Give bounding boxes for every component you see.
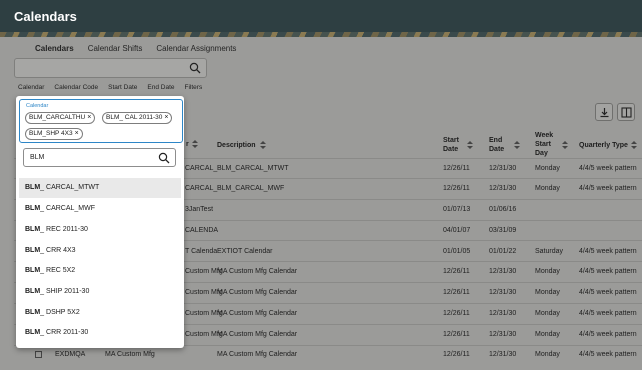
row-start-date: 12/26/11 xyxy=(443,351,470,358)
selected-chip: BLM_CARCALTHU × xyxy=(25,112,96,124)
column-header-quarterly-type[interactable]: Quarterly Type xyxy=(579,141,628,150)
calendar-field-label: Calendar xyxy=(26,103,49,109)
column-header-start-date[interactable]: Start Date xyxy=(443,136,459,154)
dropdown-option[interactable]: BLM_ SHIP 2011-30 xyxy=(19,282,181,302)
row-end-date: 12/31/30 xyxy=(489,268,517,275)
row-quarterly: 4/4/5 week pattern xyxy=(579,310,637,317)
calendar-filter-dropdown: Calendar BLM_CARCALTHU × BLM_ CAL 2011-30… xyxy=(16,96,184,348)
panel-icon xyxy=(621,107,632,118)
row-code: MA Custom Mfg xyxy=(105,351,155,358)
panel-toggle-button[interactable] xyxy=(617,103,635,121)
row-week-start: Monday xyxy=(535,331,560,338)
selected-chip: BLM_ CAL 2011-30 × xyxy=(102,112,173,124)
column-header-code-partial[interactable]: r xyxy=(186,140,189,149)
row-end-date: 03/31/09 xyxy=(489,227,517,234)
filter-end-date[interactable]: End Date xyxy=(147,84,174,91)
column-header-week-start-day[interactable]: Week Start Day xyxy=(535,131,553,158)
calendar-multiselect-field[interactable]: Calendar BLM_CARCALTHU × BLM_ CAL 2011-30… xyxy=(19,99,183,143)
dropdown-search-input[interactable]: BLM xyxy=(23,148,176,167)
dropdown-option[interactable]: BLM_ CARCAL_MTWT xyxy=(19,178,181,198)
row-quarterly: 4/4/5 week pattern xyxy=(579,289,637,296)
close-icon[interactable]: × xyxy=(87,114,91,121)
row-start-date: 01/07/13 xyxy=(443,206,471,213)
sort-icon[interactable] xyxy=(562,141,568,149)
column-header-end-date[interactable]: End Date xyxy=(489,136,504,154)
row-start-date: 12/26/11 xyxy=(443,165,470,172)
header-bar: Calendars xyxy=(0,0,642,37)
download-button[interactable] xyxy=(595,103,613,121)
filter-start-date[interactable]: Start Date xyxy=(108,84,137,91)
dropdown-option[interactable]: BLM_ CARCAL_MWF xyxy=(19,199,181,219)
search-icon[interactable] xyxy=(189,62,201,74)
row-code: CARCAL_ xyxy=(185,185,218,192)
selected-chip: BLM_SHP 4X3 × xyxy=(25,128,83,140)
row-description: MA Custom Mfg Calendar xyxy=(217,351,298,358)
row-description: BLM_CARCAL_MTWT xyxy=(217,165,289,172)
row-code: T Calenda xyxy=(185,248,218,255)
row-week-start: Saturday xyxy=(535,248,564,255)
close-icon[interactable]: × xyxy=(75,130,79,137)
row-start-date: 01/01/05 xyxy=(443,248,471,255)
row-end-date: 01/06/16 xyxy=(489,206,517,213)
dropdown-option[interactable]: BLM_ CRR 4X3 xyxy=(19,241,181,261)
row-description: MA Custom Mfg Calendar xyxy=(217,310,298,317)
sort-icon[interactable] xyxy=(631,141,637,149)
row-quarterly: 4/4/5 week pattern xyxy=(579,185,637,192)
row-end-date: 12/31/30 xyxy=(489,289,517,296)
filter-bar: Calendar Calendar Code Start Date End Da… xyxy=(18,84,212,91)
row-quarterly: 4/4/5 week pattern xyxy=(579,165,637,172)
row-end-date: 12/31/30 xyxy=(489,331,517,338)
row-end-date: 12/31/30 xyxy=(489,185,517,192)
row-description: BLM_CARCAL_MWF xyxy=(217,185,285,192)
sort-icon[interactable] xyxy=(514,141,520,149)
filter-calendar-code[interactable]: Calendar Code xyxy=(54,84,98,91)
app-root: Calendars Calendars Calendar Shifts Cale… xyxy=(0,0,642,370)
column-header-description[interactable]: Description xyxy=(217,141,256,150)
sort-icon[interactable] xyxy=(260,141,266,149)
row-end-date: 12/31/30 xyxy=(489,351,517,358)
row-description: MA Custom Mfg Calendar xyxy=(217,331,298,338)
row-start-date: 12/26/11 xyxy=(443,268,470,275)
row-start-date: 12/26/11 xyxy=(443,289,470,296)
dropdown-option[interactable]: BLM_ CRR 2011-30 xyxy=(19,323,181,343)
dropdown-option[interactable]: BLM_ REC 2011-30 xyxy=(19,220,181,240)
page-title: Calendars xyxy=(14,9,77,24)
row-week-start: Monday xyxy=(535,165,560,172)
row-code: CARCAL_ xyxy=(185,165,218,172)
row-start-date: 12/26/11 xyxy=(443,185,470,192)
row-description: EXTIOT Calendar xyxy=(217,248,273,255)
close-icon[interactable]: × xyxy=(164,114,168,121)
filter-more[interactable]: Filters xyxy=(185,84,203,91)
row-code: 3JanTest xyxy=(185,206,214,213)
row-end-date: 12/31/30 xyxy=(489,310,517,317)
row-code: CALENDA xyxy=(185,227,219,234)
row-quarterly: 4/4/5 week pattern xyxy=(579,268,637,275)
row-week-start: Monday xyxy=(535,268,560,275)
row-start-date: 12/26/11 xyxy=(443,331,470,338)
row-start-date: 04/01/07 xyxy=(443,227,471,234)
row-quarterly: 4/4/5 week pattern xyxy=(579,351,637,358)
sort-icon[interactable] xyxy=(467,141,473,149)
dropdown-option[interactable]: BLM_ DSHP 5X2 xyxy=(19,303,181,323)
row-checkbox[interactable] xyxy=(35,351,42,358)
row-start-date: 12/26/11 xyxy=(443,310,470,317)
row-week-start: Monday xyxy=(535,289,560,296)
row-week-start: Monday xyxy=(535,185,560,192)
row-description: MA Custom Mfg Calendar xyxy=(217,289,298,296)
row-end-date: 01/01/22 xyxy=(489,248,517,255)
search-input[interactable] xyxy=(14,58,207,78)
search-icon[interactable] xyxy=(158,152,170,164)
row-quarterly: 4/4/5 week pattern xyxy=(579,331,637,338)
row-quarterly: 4/4/5 week pattern xyxy=(579,248,637,255)
download-icon xyxy=(600,108,609,118)
row-week-start: Monday xyxy=(535,351,560,358)
sort-icon[interactable] xyxy=(192,140,198,148)
row-end-date: 12/31/30 xyxy=(489,165,517,172)
filter-calendar[interactable]: Calendar xyxy=(18,84,44,91)
dropdown-option[interactable]: BLM_ REC 5X2 xyxy=(19,261,181,281)
row-description: MA Custom Mfg Calendar xyxy=(217,268,298,275)
row-calendar: EXDMQA xyxy=(55,351,86,358)
row-week-start: Monday xyxy=(535,310,560,317)
